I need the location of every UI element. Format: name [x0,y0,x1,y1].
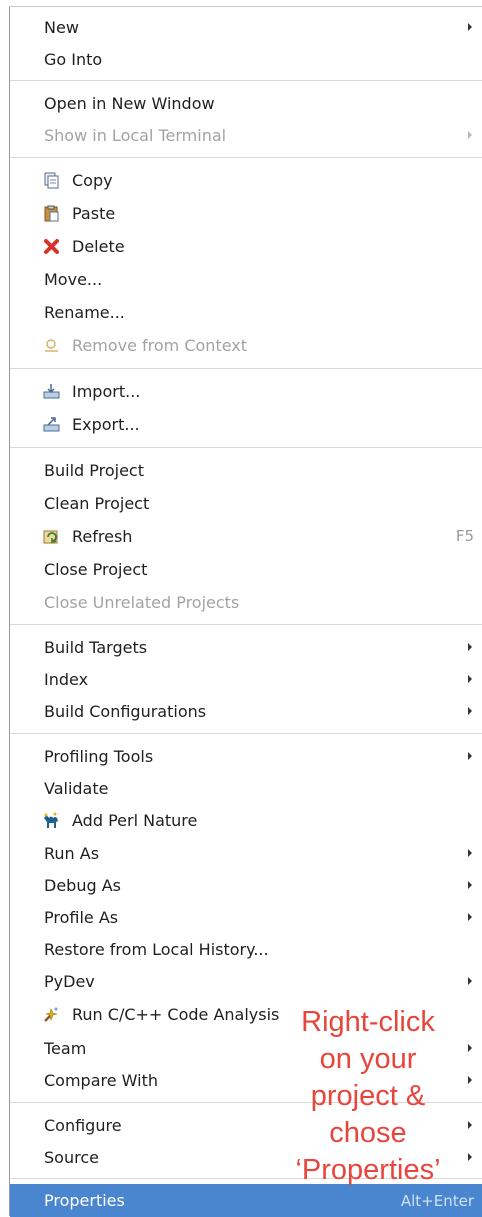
menu-item-build-project[interactable]: Build Project [10,454,482,486]
submenu-arrow-icon [468,752,472,760]
menu-item-label: PyDev [44,971,95,991]
refresh-icon [43,530,58,544]
menu-item-delete[interactable]: Delete [10,230,482,262]
submenu-arrow-icon [468,1044,472,1052]
menu-item-label: Build Configurations [44,701,207,721]
menu-item-label: Profiling Tools [44,746,154,766]
submenu-arrow-icon [468,849,472,857]
menu-item-run-as[interactable]: Run As [10,837,482,869]
submenu-arrow-icon [468,131,472,139]
menu-item-build-configurations[interactable]: Build Configurations [10,695,482,727]
menu-item-label: Open in New Window [44,93,215,113]
submenu-arrow-icon [468,1076,472,1084]
accelerator-key: Alt+Enter [400,1191,474,1210]
menu-item-export[interactable]: Export... [10,408,482,440]
menu-item-label: Index [44,669,89,689]
submenu-arrow-icon [468,1121,472,1129]
menu-item-label: Profile As [44,907,119,927]
menu-item-label: Build Project [44,460,144,480]
menu-item-label: Debug As [44,875,121,895]
menu-item-clean-project[interactable]: Clean Project [10,487,482,519]
menu-item-close-unrelated-projects[interactable]: Close Unrelated Projects [10,586,482,618]
menu-item-refresh[interactable]: Refresh F5 [10,520,482,552]
menu-item-validate[interactable]: Validate [10,772,482,804]
menu-item-go-into[interactable]: Go Into [10,43,482,75]
menu-item-add-perl-nature[interactable]: Add Perl Nature [10,804,482,836]
menu-item-show-in-local-terminal[interactable]: Show in Local Terminal [10,119,482,151]
paste-icon [44,205,59,222]
instruction-annotation: Right-click on your project & chose ‘Pro… [268,1004,468,1189]
menu-item-label: Paste [72,203,116,223]
menu-item-label: Run C/C++ Code Analysis [72,1004,280,1024]
copy-icon [44,172,59,189]
menu-separator [10,80,482,81]
menu-item-label: Close Project [44,559,148,579]
menu-item-label: Go Into [44,49,103,69]
menu-item-label: Close Unrelated Projects [44,592,240,612]
menu-item-paste[interactable]: Paste [10,197,482,229]
menu-item-label: Move... [44,269,103,289]
menu-separator [10,624,482,625]
menu-item-label: Add Perl Nature [72,810,198,830]
submenu-arrow-icon [468,675,472,683]
annotation-line: on your [319,1043,417,1075]
menu-item-import[interactable]: Import... [10,375,482,407]
menu-item-label: Remove from Context [72,335,248,355]
import-icon [43,384,60,399]
submenu-arrow-icon [468,23,472,31]
submenu-arrow-icon [468,881,472,889]
menu-item-label: Run As [44,843,100,863]
code-analysis-icon [44,1007,58,1022]
menu-item-label: Delete [72,236,125,256]
menu-item-pydev[interactable]: PyDev [10,965,482,997]
menu-item-label: Refresh [72,526,133,546]
menu-item-label: Import... [72,381,141,401]
delete-icon [44,239,59,254]
submenu-arrow-icon [468,643,472,651]
annotation-line: chose [329,1117,407,1149]
menu-item-label: Rename... [44,302,125,322]
menu-item-label: Export... [72,414,140,434]
menu-item-build-targets[interactable]: Build Targets [10,631,482,663]
menu-item-label: Source [44,1147,99,1167]
menu-item-label: Restore from Local History... [44,939,269,959]
menu-item-label: Build Targets [44,637,148,657]
annotation-line: project & [310,1080,426,1112]
accelerator-key: F5 [455,527,474,545]
menu-item-profiling-tools[interactable]: Profiling Tools [10,740,482,772]
menu-item-label: Team [44,1038,87,1058]
menu-item-close-project[interactable]: Close Project [10,553,482,585]
annotation-line: Right-click [301,1006,435,1038]
perl-camel-icon [44,812,58,828]
menu-separator [10,733,482,734]
menu-item-new[interactable]: New [10,11,482,43]
menu-item-copy[interactable]: Copy [10,164,482,196]
annotation-line: ‘Properties’ [295,1154,441,1186]
export-icon [43,417,60,432]
submenu-arrow-icon [468,707,472,715]
menu-item-label: New [44,17,79,37]
menu-item-label: Configure [44,1115,122,1135]
menu-item-index[interactable]: Index [10,663,482,695]
menu-item-label: Validate [44,778,109,798]
menu-item-restore-from-local-history[interactable]: Restore from Local History... [10,933,482,965]
menu-item-label: Show in Local Terminal [44,125,227,145]
menu-item-move[interactable]: Move... [10,263,482,295]
submenu-arrow-icon [468,1153,472,1161]
menu-item-label: Copy [72,170,113,190]
menu-item-remove-from-context[interactable]: Remove from Context [10,329,482,361]
menu-item-profile-as[interactable]: Profile As [10,901,482,933]
remove-context-icon [45,339,58,352]
menu-separator [10,368,482,369]
menu-separator [10,157,482,158]
menu-item-label: Clean Project [44,493,150,513]
menu-item-label: Properties [44,1191,125,1210]
menu-item-debug-as[interactable]: Debug As [10,869,482,901]
submenu-arrow-icon [468,913,472,921]
menu-item-label: Compare With [44,1070,158,1090]
menu-item-rename[interactable]: Rename... [10,296,482,328]
submenu-arrow-icon [468,977,472,985]
menu-item-open-in-new-window[interactable]: Open in New Window [10,87,482,119]
menu-separator [10,447,482,448]
